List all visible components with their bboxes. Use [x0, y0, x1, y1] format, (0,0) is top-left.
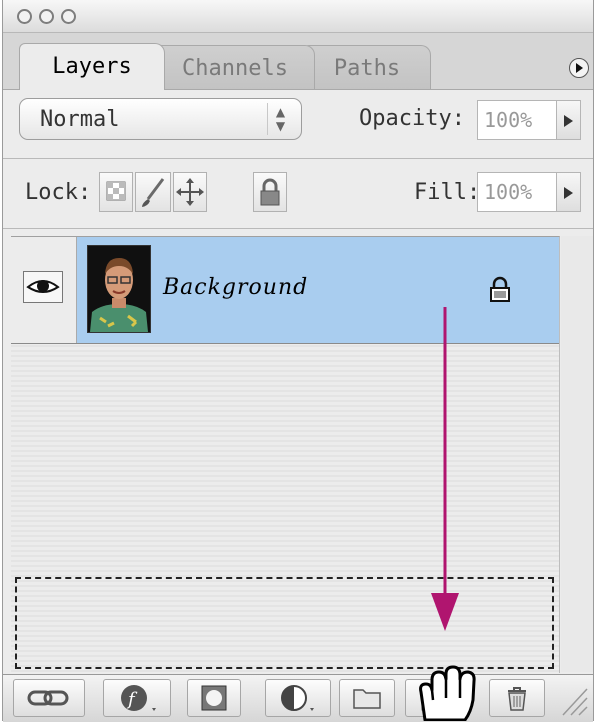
adjustment-layer-button[interactable]: [265, 679, 331, 717]
visibility-cell[interactable]: [11, 237, 77, 343]
tab-layers-label: Layers: [52, 54, 132, 79]
blend-mode-select[interactable]: Normal ▲ ▼: [19, 98, 302, 140]
add-layer-mask-button[interactable]: [187, 679, 241, 717]
divider: [3, 228, 593, 229]
tab-paths-label: Paths: [333, 56, 401, 81]
lock-icon: [260, 178, 280, 206]
title-bar: [3, 0, 593, 33]
tab-layers[interactable]: Layers: [19, 43, 165, 90]
drag-arrow: [431, 307, 459, 631]
close-icon[interactable]: [17, 9, 32, 24]
tab-channels[interactable]: Channels: [155, 45, 315, 89]
fill-input[interactable]: 100%: [477, 172, 557, 212]
lock-position-button[interactable]: [173, 172, 207, 212]
move-icon: [176, 178, 204, 206]
new-group-icon: [353, 689, 381, 709]
opacity-label: Opacity:: [359, 106, 465, 131]
layer-row-background[interactable]: Background: [11, 237, 559, 344]
layer-style-button[interactable]: f: [103, 679, 171, 717]
zoom-icon[interactable]: [61, 9, 76, 24]
lock-all-button[interactable]: [253, 172, 287, 212]
layer-style-icon: f: [121, 685, 156, 711]
layers-panel: Paths Channels Layers Normal ▲ ▼ Opacity:…: [2, 0, 594, 722]
fill-label: Fill:: [414, 180, 481, 205]
layer-thumbnail: [87, 245, 151, 333]
tab-strip: Paths Channels Layers: [3, 33, 593, 90]
lock-label: Lock:: [25, 180, 92, 205]
minimize-icon[interactable]: [39, 9, 54, 24]
scrollbar-track[interactable]: [561, 236, 593, 672]
brush-icon: [142, 178, 165, 207]
trash-icon: [508, 687, 526, 711]
adjustment-layer-icon: [281, 685, 314, 711]
opacity-input[interactable]: 100%: [477, 100, 557, 140]
opacity-slider-button[interactable]: [557, 100, 581, 140]
tab-paths[interactable]: Paths: [303, 45, 431, 89]
grab-hand-cursor-icon: [419, 665, 476, 721]
fill-slider-button[interactable]: [557, 172, 581, 212]
eye-icon: [26, 280, 60, 293]
checkerboard-icon: [106, 181, 126, 201]
layer-lock-icon: [490, 276, 510, 302]
blend-mode-value: Normal: [40, 107, 120, 132]
link-layers-button[interactable]: [13, 679, 85, 717]
delete-layer-button[interactable]: [489, 679, 545, 717]
drop-target-outline: [15, 577, 554, 669]
blend-mode-stepper-icon: ▲ ▼: [267, 103, 293, 135]
new-group-button[interactable]: [339, 679, 395, 717]
resize-grip-icon[interactable]: [559, 681, 589, 717]
lock-image-pixels-button[interactable]: [135, 172, 171, 212]
layer-mask-icon: [201, 685, 227, 711]
tab-channels-label: Channels: [182, 56, 288, 81]
layer-name[interactable]: Background: [163, 275, 308, 300]
bottom-toolbar: f: [3, 674, 593, 722]
lock-transparent-pixels-button[interactable]: [99, 172, 133, 212]
visibility-toggle[interactable]: [23, 271, 63, 303]
panel-menu-button[interactable]: [569, 58, 589, 78]
link-icon: [27, 690, 69, 706]
portrait-image: [88, 246, 150, 332]
divider: [3, 158, 593, 159]
